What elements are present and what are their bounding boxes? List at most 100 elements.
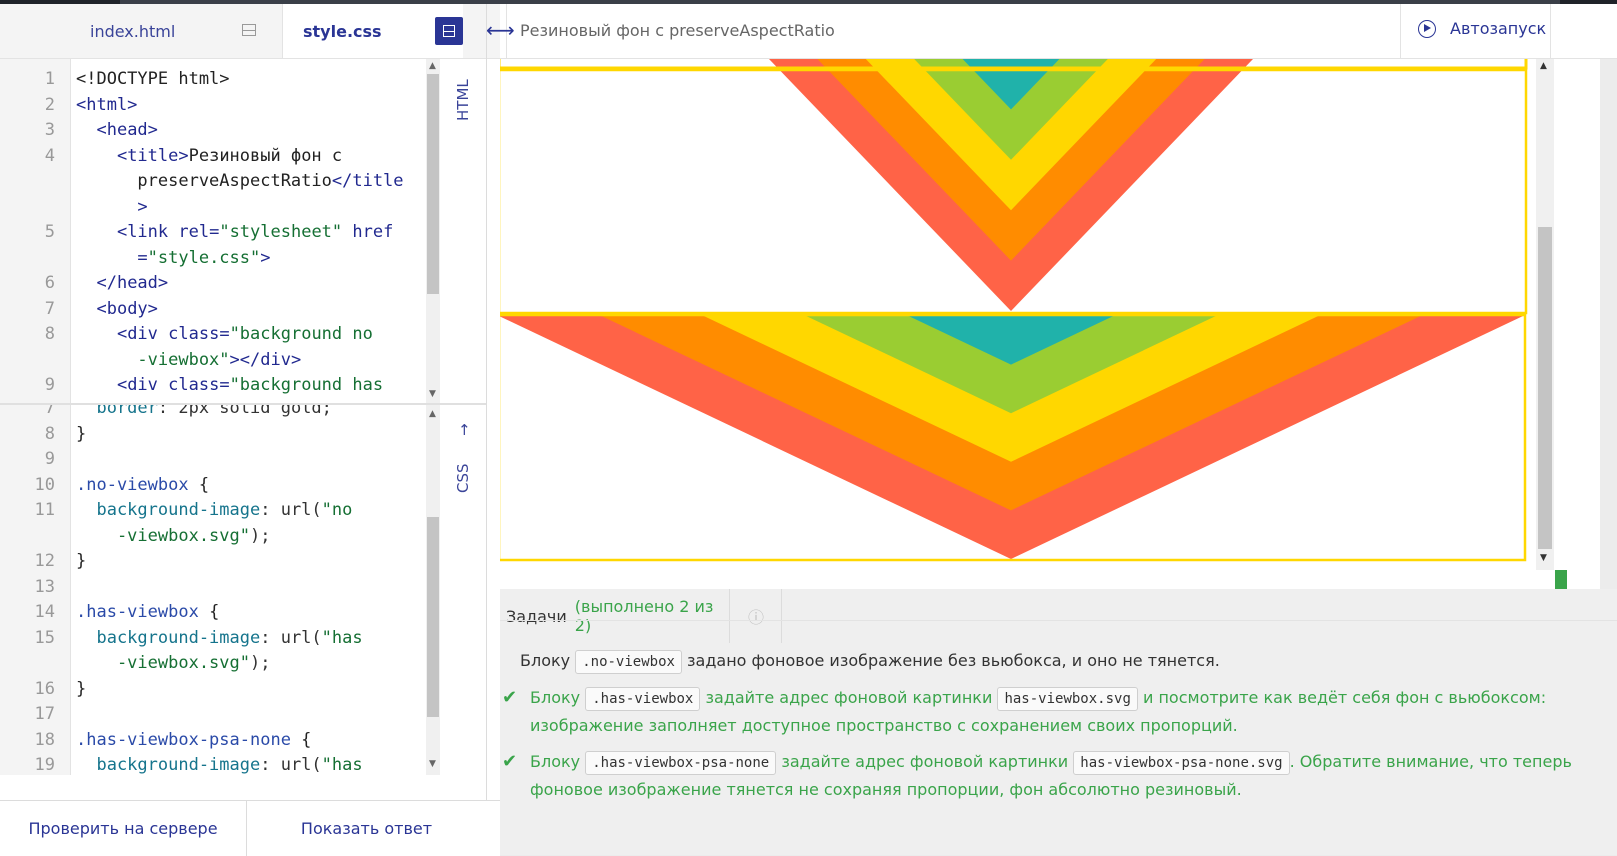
scroll-up-icon[interactable]: ▲: [429, 409, 436, 419]
task-item-2: ✔ Блоку .has-viewbox-psa-none задайте ад…: [502, 748, 1610, 804]
text: и посмотрите как ведёт себя фон с вьюбок…: [1142, 688, 1547, 707]
text: Блоку: [530, 752, 581, 771]
code-token: : url(: [260, 500, 322, 520]
code-token: <head>: [96, 120, 158, 140]
tab-index-html[interactable]: index.html: [70, 4, 283, 58]
line-number: 14: [34, 602, 55, 622]
line-number: 7: [44, 298, 55, 319]
code-token: .no-viewbox: [76, 474, 189, 495]
text: Блоку: [530, 688, 581, 707]
code-token: );: [250, 525, 271, 546]
tab-style-label: style.css: [303, 21, 382, 41]
code-token: "background has: [229, 375, 384, 395]
code-chip: .has-viewbox-psa-none: [585, 751, 777, 775]
code-line: 11 background-image: url("no: [0, 497, 450, 523]
play-icon: [1424, 24, 1431, 32]
preview-frame[interactable]: [500, 59, 1600, 589]
code-text: }: [76, 676, 86, 702]
code-line: ="style.css">: [0, 245, 450, 271]
html-side-label[interactable]: HTML: [454, 79, 472, 121]
code-token: <body>: [96, 298, 158, 319]
preview-scrollbar[interactable]: ▲ ▼: [1536, 59, 1554, 570]
scroll-up-icon[interactable]: ▲: [1540, 61, 1547, 71]
scroll-thumb[interactable]: [427, 517, 439, 717]
code-token: =: [76, 247, 148, 268]
text: изображение заполняет доступное простран…: [530, 716, 1238, 735]
code-token: "no: [321, 500, 353, 520]
line-number: 5: [44, 222, 55, 242]
info-icon[interactable]: ⓘ: [731, 589, 782, 643]
split-panel-active-icon[interactable]: [435, 17, 463, 45]
tab-tasks[interactable]: Задачи (выполнено 2 из 2): [500, 589, 730, 643]
code-token: border: [76, 405, 158, 418]
line-number: 9: [44, 449, 55, 469]
code-line: 7 border: 2px solid gold;: [0, 405, 450, 421]
task-item-1: ✔ Блоку .has-viewbox задайте адрес фонов…: [502, 684, 1610, 740]
editor-actions: Проверить на сервере Показать ответ: [0, 800, 500, 856]
code-text: .has-viewbox-psa-none {: [76, 727, 311, 753]
code-line: 5 <link rel="stylesheet" href: [0, 219, 450, 245]
code-token: </title: [331, 171, 404, 191]
scroll-up-icon[interactable]: ▲: [429, 61, 436, 71]
preview-scroll-thumb[interactable]: [1538, 227, 1552, 549]
scroll-down-icon[interactable]: ▼: [429, 759, 436, 769]
check-on-server-button[interactable]: Проверить на сервере: [0, 801, 247, 856]
css-side-strip: ↑ CSS: [440, 405, 486, 775]
code-text: >: [76, 194, 148, 220]
code-token: <html>: [76, 94, 138, 115]
css-side-label[interactable]: CSS: [454, 463, 472, 493]
code-token: <div: [116, 324, 169, 344]
show-answer-button[interactable]: Показать ответ: [247, 801, 486, 856]
html-editor[interactable]: 1 <!DOCTYPE html> 2 <html> 3 <head> 4 <title>…: [0, 59, 450, 403]
code-line: 3 <head>: [0, 117, 450, 143]
css-editor-scrollbar[interactable]: ▲ ▼: [426, 405, 440, 775]
line-number: 12: [34, 551, 55, 571]
code-token: -viewbox": [76, 349, 230, 370]
code-line: 8 <div class="background no: [0, 321, 450, 347]
scroll-down-icon[interactable]: ▼: [429, 389, 436, 399]
tabbar-gutter: [0, 4, 71, 58]
code-text: .no-viewbox {: [76, 472, 209, 498]
line-number: 2: [44, 94, 55, 115]
code-line: 4 <title>Резиновый фон с: [0, 143, 450, 169]
split-panel-icon[interactable]: [242, 24, 256, 36]
css-editor[interactable]: 7 border: 2px solid gold; 8} 9 10 .no-viewbo…: [0, 405, 450, 775]
code-line: 6 </head>: [0, 270, 450, 296]
resize-arrows-icon[interactable]: ⟷: [486, 18, 515, 42]
code-token: : url(: [260, 755, 322, 775]
panel-divider[interactable]: [486, 4, 487, 855]
tab-style-css[interactable]: style.css: [283, 4, 463, 58]
code-line: 7 <body>: [0, 296, 450, 322]
code-token: .has-viewbox: [76, 602, 199, 622]
line-number: 18: [34, 729, 55, 750]
autorun-icon[interactable]: [1418, 20, 1436, 38]
arrow-up-icon[interactable]: ↑: [458, 421, 471, 439]
code-line: 9: [0, 446, 450, 472]
scroll-thumb[interactable]: [427, 74, 439, 294]
checkmark-icon: ✔: [502, 751, 518, 772]
code-token: <title>: [116, 145, 189, 166]
code-token: -viewbox.svg": [76, 653, 250, 673]
html-side-strip: HTML: [440, 59, 486, 403]
line-number: 8: [44, 423, 55, 444]
scroll-down-icon[interactable]: ▼: [1540, 553, 1547, 563]
text: задайте адрес фоновой картинки: [705, 688, 993, 707]
code-token: background-image: [76, 627, 261, 648]
code-token: }: [76, 551, 87, 571]
code-token: "has: [321, 755, 363, 775]
code-token: background-image: [76, 755, 261, 775]
code-text: }: [76, 421, 86, 447]
code-token: >: [76, 196, 148, 217]
code-line: 8}: [0, 421, 450, 447]
header-divider: [1400, 4, 1401, 58]
code-text: preserveAspectRatio</title: [76, 168, 404, 194]
html-editor-scrollbar[interactable]: ▲ ▼: [426, 59, 440, 403]
code-token: <div: [116, 375, 169, 395]
autorun-button[interactable]: Автозапуск: [1450, 19, 1546, 38]
code-line: 9 <div class="background has: [0, 372, 450, 398]
code-token: <!DOCTYPE html>: [76, 69, 230, 89]
code-text: -viewbox"></div>: [76, 347, 301, 373]
html-code-lines: 1 <!DOCTYPE html> 2 <html> 3 <head> 4 <title>…: [0, 66, 450, 403]
code-line: 16}: [0, 676, 450, 702]
